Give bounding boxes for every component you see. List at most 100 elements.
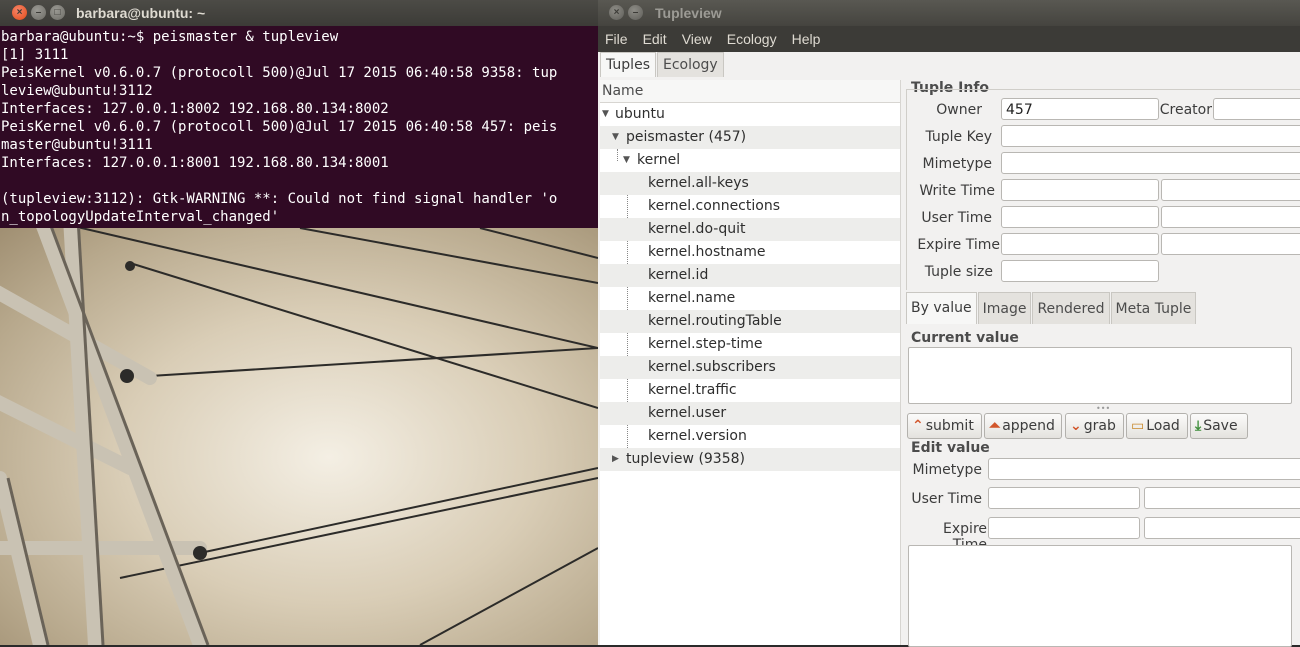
expander-open-icon[interactable]: ▼: [623, 149, 630, 172]
tree-item-kernel-key[interactable]: kernel.user: [600, 402, 900, 425]
tab-ecology[interactable]: Ecology: [656, 52, 724, 77]
tree-item-label: kernel.id: [648, 267, 709, 283]
window-title: Tupleview: [655, 5, 722, 21]
write-time-field-2[interactable]: [1161, 179, 1300, 201]
tuple-size-label: Tuple size: [924, 264, 993, 280]
edit-user-time-field[interactable]: [988, 487, 1140, 509]
write-time-label: Write Time: [919, 183, 995, 199]
tree-item-label: kernel.user: [648, 405, 727, 421]
tab-by-value[interactable]: By value: [906, 292, 977, 324]
tuple-key-field[interactable]: [1001, 125, 1300, 147]
tree-item-kernel-key[interactable]: kernel.step-time: [600, 333, 900, 356]
mimetype-label: Mimetype: [922, 156, 993, 172]
tuple-key-label: Tuple Key: [925, 129, 992, 145]
terminal-output[interactable]: barbara@ubuntu:~$ peismaster & tupleview…: [0, 26, 598, 226]
terminal-line: PeisKernel v0.6.0.7 (protocoll 500)@Jul …: [1, 65, 558, 81]
tree-item-kernel[interactable]: ▼ kernel: [600, 149, 900, 172]
grab-label: grab: [1083, 418, 1116, 434]
edit-value-textarea[interactable]: [908, 545, 1292, 647]
current-value-label: Current value: [911, 330, 1019, 346]
grab-button[interactable]: ⌄ grab: [1065, 413, 1124, 439]
tupleview-titlebar[interactable]: × – Tupleview: [598, 0, 1300, 26]
tree-item-peismaster[interactable]: ▼ peismaster (457): [600, 126, 900, 149]
owner-field[interactable]: 457: [1001, 98, 1159, 120]
value-tabs: By value Image Rendered Meta Tuple: [906, 292, 1197, 324]
save-button[interactable]: ⤓ Save: [1190, 413, 1248, 439]
close-icon[interactable]: ×: [12, 5, 27, 20]
submit-icon: ⌃: [912, 418, 924, 434]
tab-rendered[interactable]: Rendered: [1032, 292, 1110, 324]
terminal-line: (tupleview:3112): Gtk-WARNING **: Could …: [1, 191, 558, 207]
tab-image[interactable]: Image: [977, 292, 1032, 324]
menu-view[interactable]: View: [682, 31, 712, 47]
tree-item-kernel-key[interactable]: kernel.id: [600, 264, 900, 287]
creator-field[interactable]: [1213, 98, 1300, 120]
expire-time-field-2[interactable]: [1161, 233, 1300, 255]
write-time-field[interactable]: [1001, 179, 1159, 201]
append-button[interactable]: ⏶ append: [984, 413, 1062, 439]
tree-column-header[interactable]: Name: [600, 80, 900, 103]
user-time-field-2[interactable]: [1161, 206, 1300, 228]
expander-open-icon[interactable]: ▼: [602, 103, 609, 126]
tree-item-tupleview[interactable]: ▶ tupleview (9358): [600, 448, 900, 471]
menu-help[interactable]: Help: [792, 31, 821, 47]
tab-tuples[interactable]: Tuples: [600, 52, 656, 77]
menu-ecology[interactable]: Ecology: [727, 31, 777, 47]
menu-bar: File Edit View Ecology Help: [598, 26, 1300, 52]
tupleview-window[interactable]: × – Tupleview File Edit View Ecology Hel…: [598, 0, 1300, 647]
menu-edit[interactable]: Edit: [643, 31, 667, 47]
tree-item-ubuntu[interactable]: ▼ ubuntu: [600, 103, 900, 126]
close-icon[interactable]: ×: [609, 5, 624, 20]
load-button[interactable]: ▭ Load: [1126, 413, 1188, 439]
submit-button[interactable]: ⌃ submit: [907, 413, 982, 439]
expire-time-field[interactable]: [1001, 233, 1159, 255]
tree-item-label: ubuntu: [615, 106, 665, 122]
tuple-size-field[interactable]: [1001, 260, 1159, 282]
edit-expire-time-field[interactable]: [988, 517, 1140, 539]
tree-item-kernel-key[interactable]: kernel.all-keys: [600, 172, 900, 195]
tree-item-kernel-key[interactable]: kernel.subscribers: [600, 356, 900, 379]
tree-item-label: peismaster (457): [626, 129, 747, 145]
minimize-icon[interactable]: –: [628, 5, 643, 20]
user-time-field[interactable]: [1001, 206, 1159, 228]
edit-mimetype-field[interactable]: [988, 458, 1300, 480]
load-label: Load: [1146, 418, 1180, 434]
minimize-icon[interactable]: –: [31, 5, 46, 20]
tree-item-kernel-key[interactable]: kernel.traffic: [600, 379, 900, 402]
expander-open-icon[interactable]: ▼: [612, 126, 619, 149]
expire-time-label: Expire Time: [917, 237, 1000, 253]
menu-file[interactable]: File: [605, 31, 628, 47]
terminal-titlebar[interactable]: × – □ barbara@ubuntu: ~: [0, 0, 598, 26]
mimetype-field[interactable]: [1001, 152, 1300, 174]
tree-item-kernel-key[interactable]: kernel.connections: [600, 195, 900, 218]
append-icon: ⏶: [989, 418, 1001, 434]
terminal-line: Interfaces: 127.0.0.1:8002 192.168.80.13…: [1, 101, 389, 117]
tree-item-kernel-key[interactable]: kernel.do-quit: [600, 218, 900, 241]
edit-expire-time-field-2[interactable]: [1144, 517, 1300, 539]
tree-item-kernel-key[interactable]: kernel.version: [600, 425, 900, 448]
edit-user-time-field-2[interactable]: [1144, 487, 1300, 509]
pane-handle-icon[interactable]: •••: [1096, 404, 1110, 413]
tree-item-label: kernel.traffic: [648, 382, 737, 398]
tree-item-label: kernel.subscribers: [648, 359, 776, 375]
edit-mimetype-label: Mimetype: [912, 462, 983, 478]
tree-item-kernel-key[interactable]: kernel.hostname: [600, 241, 900, 264]
maximize-icon[interactable]: □: [50, 5, 65, 20]
expander-closed-icon[interactable]: ▶: [612, 448, 619, 471]
current-value-textarea[interactable]: [908, 347, 1292, 404]
tree-item-label: kernel.name: [648, 290, 736, 306]
terminal-window[interactable]: × – □ barbara@ubuntu: ~ barbara@ubuntu:~…: [0, 0, 598, 228]
append-label: append: [1002, 418, 1055, 434]
tree-item-label: kernel.version: [648, 428, 747, 444]
tree-item-label: kernel.step-time: [648, 336, 763, 352]
tuple-tree[interactable]: Name ▼ ubuntu ▼ peismaster (457) ▼ kerne…: [600, 80, 901, 645]
tree-item-kernel-key[interactable]: kernel.routingTable: [600, 310, 900, 333]
save-icon: ⤓: [1195, 418, 1202, 434]
tree-item-label: kernel: [637, 152, 681, 168]
tree-item-kernel-key[interactable]: kernel.name: [600, 287, 900, 310]
tree-item-label: kernel.routingTable: [648, 313, 782, 329]
tree-item-label: kernel.connections: [648, 198, 780, 214]
tree-item-label: kernel.hostname: [648, 244, 766, 260]
tab-meta-tuple[interactable]: Meta Tuple: [1110, 292, 1197, 324]
